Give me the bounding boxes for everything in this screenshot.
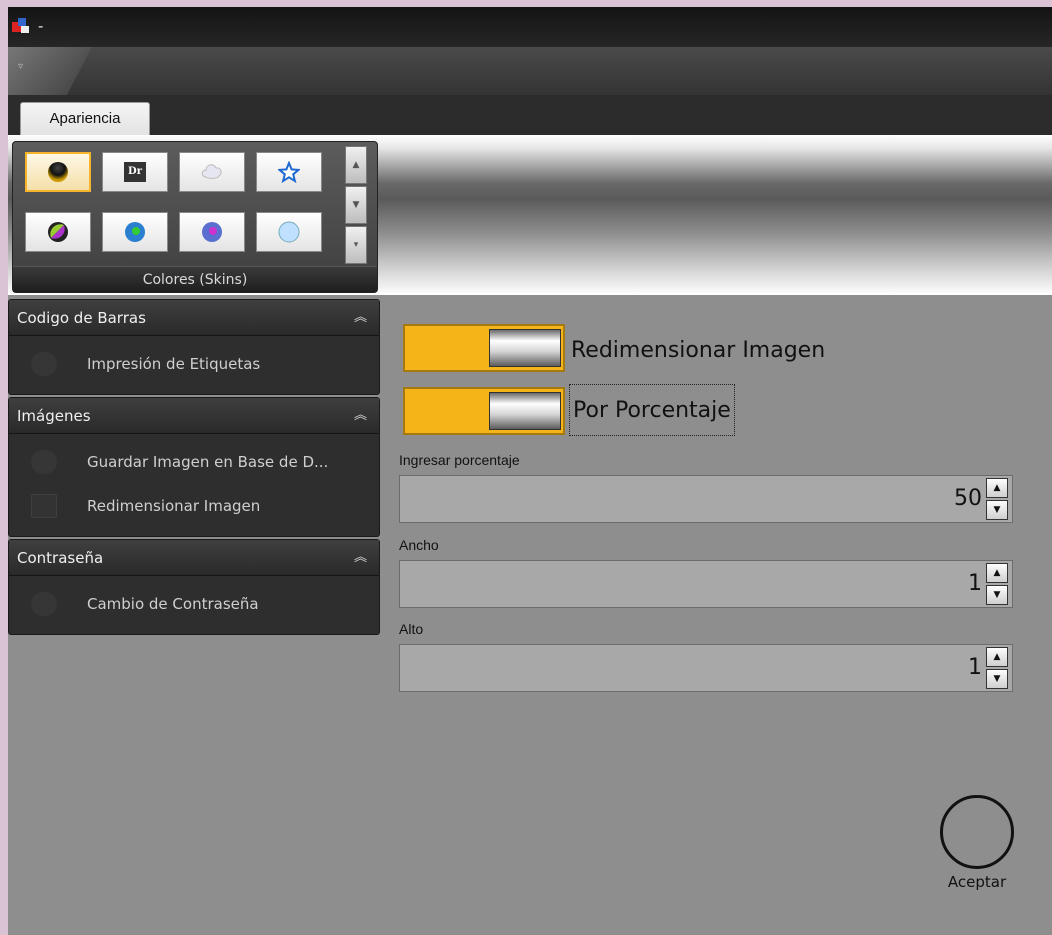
skin-purple-green-sphere[interactable]	[25, 212, 91, 252]
skins-group-label: Colores (Skins)	[13, 266, 377, 292]
spin-up-button[interactable]: ▲	[986, 478, 1008, 498]
spin-down-button[interactable]: ▼	[986, 585, 1008, 605]
accept-circle-icon[interactable]	[940, 795, 1014, 869]
width-spinner[interactable]: 1 ▲ ▼	[399, 560, 1013, 608]
nav-item-label: Guardar Imagen en Base de D...	[87, 453, 329, 471]
nav-item-label: Impresión de Etiquetas	[87, 355, 261, 373]
label-print-icon	[31, 352, 57, 376]
gallery-scroll-down-button[interactable]: ▼	[345, 186, 367, 224]
spin-down-button[interactable]: ▼	[986, 669, 1008, 689]
tab-apariencia[interactable]: Apariencia	[20, 102, 150, 136]
nav-group-header[interactable]: Contraseña ︽	[9, 540, 379, 576]
skin-gallery: Dr	[21, 150, 341, 262]
resize-image-toggle[interactable]	[403, 324, 565, 372]
nav-item-cambio-contrasena[interactable]: Cambio de Contraseña	[9, 582, 379, 626]
gallery-scrollbar: ▲ ▼ ▾	[345, 146, 367, 264]
light-blue-sphere-icon	[278, 221, 300, 243]
accept-button[interactable]: Aceptar	[940, 795, 1014, 899]
chevron-down-icon[interactable]: ▿	[18, 61, 23, 72]
app-icon[interactable]	[12, 18, 30, 34]
quick-access-toolbar: ▿	[8, 47, 1052, 95]
nav-group-codigo-barras: Codigo de Barras ︽ Impresión de Etiqueta…	[8, 299, 380, 395]
height-spinner[interactable]: 1 ▲ ▼	[399, 644, 1013, 692]
purple-green-sphere-icon	[48, 222, 68, 242]
nav-item-label: Cambio de Contraseña	[87, 595, 259, 613]
percent-label: Ingresar porcentaje	[399, 452, 520, 468]
collapse-icon[interactable]: ︽	[354, 300, 367, 336]
password-icon	[31, 592, 57, 616]
accept-label: Aceptar	[947, 873, 1007, 891]
height-label: Alto	[399, 621, 424, 637]
window-title: -	[38, 17, 44, 35]
nav-group-contrasena: Contraseña ︽ Cambio de Contraseña	[8, 539, 380, 635]
nav-group-header[interactable]: Imágenes ︽	[9, 398, 379, 434]
resize-image-toggle-label: Redimensionar Imagen	[571, 338, 826, 363]
nav-group-title: Codigo de Barras	[17, 309, 146, 327]
nav-group-title: Imágenes	[17, 407, 91, 425]
gallery-scroll-up-button[interactable]: ▲	[345, 146, 367, 184]
cloud-icon	[201, 164, 222, 179]
spin-down-button[interactable]: ▼	[986, 500, 1008, 520]
skin-purple-sphere[interactable]	[179, 212, 245, 252]
by-percentage-toggle-label: Por Porcentaje	[569, 384, 735, 436]
spin-up-button[interactable]: ▲	[986, 563, 1008, 583]
nav-group-header[interactable]: Codigo de Barras ︽	[9, 300, 379, 336]
nav-item-impresion-etiquetas[interactable]: Impresión de Etiquetas	[9, 342, 379, 386]
blue-green-sphere-icon	[125, 222, 145, 242]
toggle-knob[interactable]	[489, 392, 561, 430]
nav-group-title: Contraseña	[17, 549, 104, 567]
nav-item-guardar-imagen[interactable]: Guardar Imagen en Base de D...	[9, 440, 379, 484]
nav-group-imagenes: Imágenes ︽ Guardar Imagen en Base de D..…	[8, 397, 380, 537]
skins-group: Dr ▲ ▼ ▾ Colores (Skins)	[12, 141, 378, 293]
nav-item-redimensionar-imagen[interactable]: Redimensionar Imagen	[9, 484, 379, 528]
percent-value[interactable]: 50	[954, 486, 982, 511]
skin-star[interactable]	[256, 152, 322, 192]
ribbon: Dr ▲ ▼ ▾ Colores (Skins)	[8, 135, 1052, 295]
by-percentage-toggle[interactable]	[403, 387, 565, 435]
skin-light-blue-sphere[interactable]	[256, 212, 322, 252]
purple-sphere-icon	[202, 222, 222, 242]
app-window: - ▿ Apariencia Dr ▲ ▼ ▾ Colores (Skins) …	[8, 7, 1052, 935]
collapse-icon[interactable]: ︽	[354, 398, 367, 434]
nav-item-label: Redimensionar Imagen	[87, 497, 261, 515]
save-image-icon	[31, 450, 57, 474]
star-icon	[278, 161, 300, 183]
resize-image-icon	[31, 494, 57, 518]
width-value[interactable]: 1	[968, 571, 982, 596]
navigation-panel: Codigo de Barras ︽ Impresión de Etiqueta…	[8, 299, 380, 637]
skin-dr[interactable]: Dr	[102, 152, 168, 192]
spin-up-button[interactable]: ▲	[986, 647, 1008, 667]
percent-spinner[interactable]: 50 ▲ ▼	[399, 475, 1013, 523]
collapse-icon[interactable]: ︽	[354, 540, 367, 576]
title-bar: -	[8, 7, 1052, 47]
skin-cloud[interactable]	[179, 152, 245, 192]
dark-sphere-icon	[48, 162, 68, 182]
dr-logo-icon: Dr	[124, 162, 146, 182]
ribbon-tab-strip: Apariencia	[8, 95, 1052, 136]
skin-blue-green-sphere[interactable]	[102, 212, 168, 252]
toggle-knob[interactable]	[489, 329, 561, 367]
gallery-expand-button[interactable]: ▾	[345, 226, 367, 264]
width-label: Ancho	[399, 537, 439, 553]
skin-dark-sphere[interactable]	[25, 152, 91, 192]
height-value[interactable]: 1	[968, 655, 982, 680]
